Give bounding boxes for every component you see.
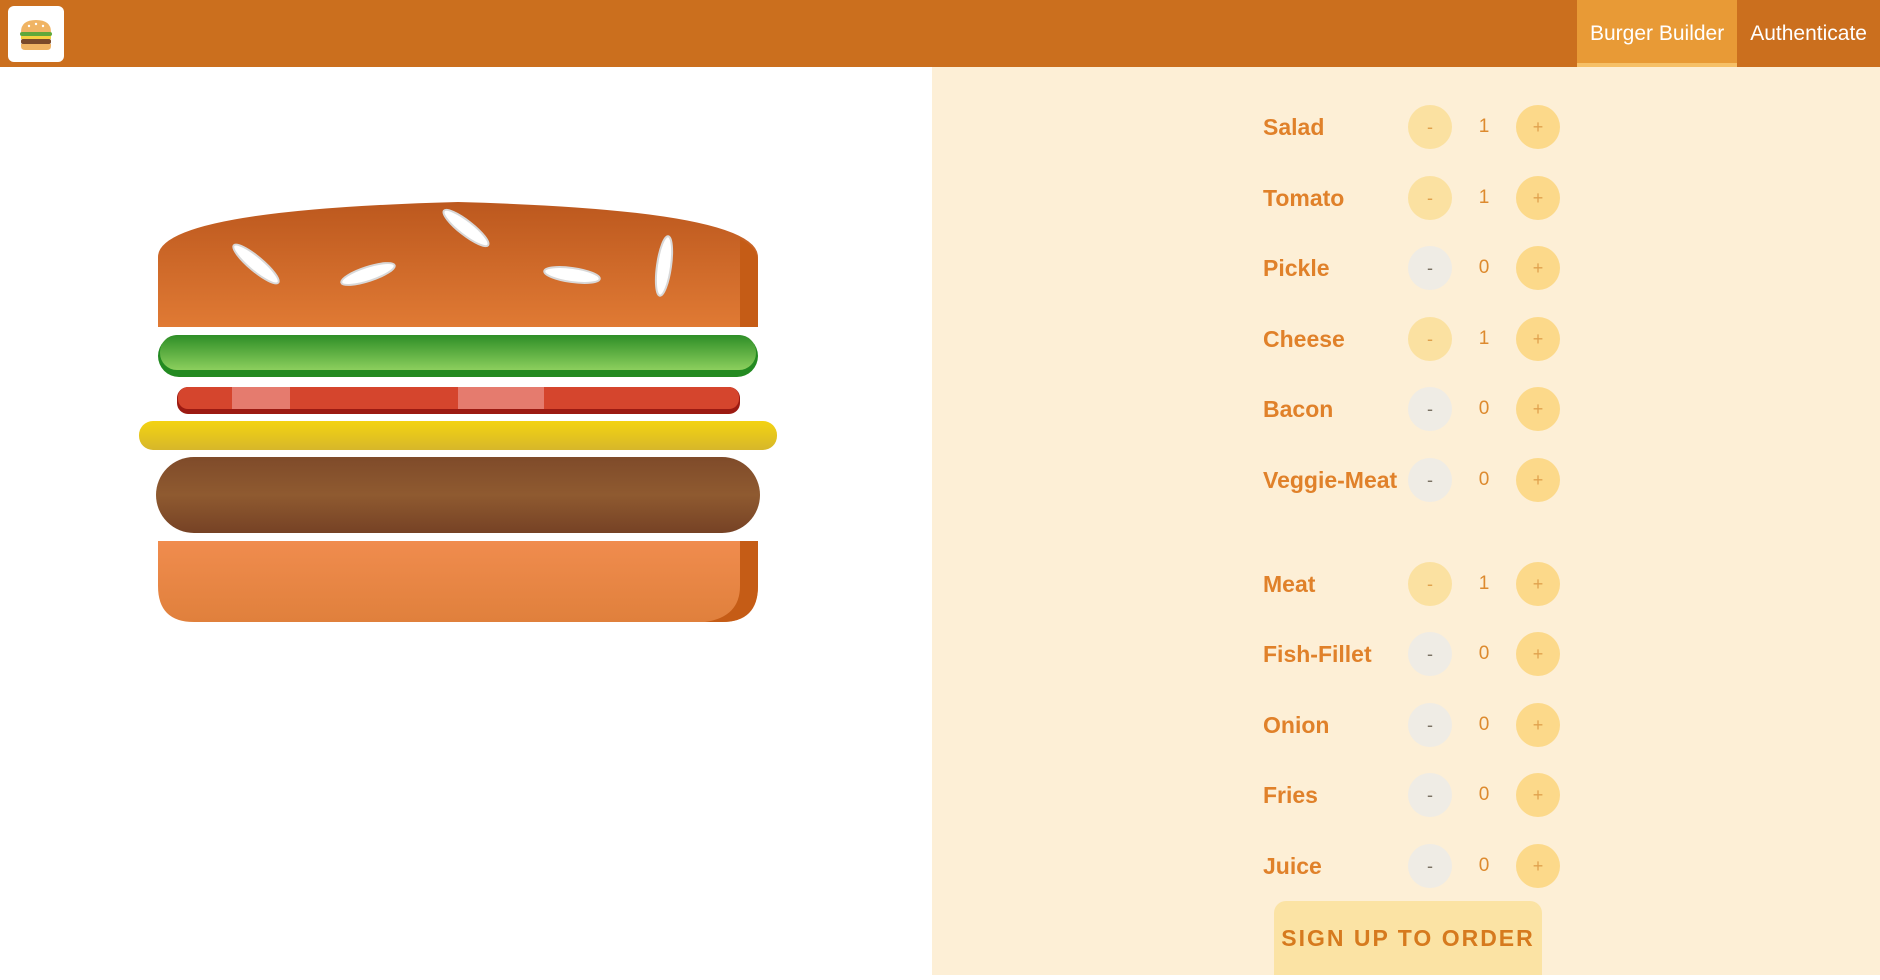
less-button-fish-fillet[interactable]: - <box>1408 632 1452 676</box>
more-button-meat[interactable]: + <box>1516 562 1560 606</box>
control-row-pickle: Pickle - 0 + <box>1263 246 1593 290</box>
quantity-tomato: 1 <box>1478 187 1490 208</box>
nav-authenticate[interactable]: Authenticate <box>1737 0 1880 67</box>
quantity-meat: 1 <box>1478 573 1490 594</box>
ingredient-label: Veggie-Meat <box>1263 467 1398 493</box>
quantity-onion: 0 <box>1478 714 1490 735</box>
more-button-salad[interactable]: + <box>1516 105 1560 149</box>
more-button-juice[interactable]: + <box>1516 844 1560 888</box>
sign-up-to-order-button[interactable]: SIGN UP TO ORDER <box>1274 901 1542 975</box>
tomato-layer <box>177 387 740 414</box>
control-row-fries: Fries - 0 + <box>1263 773 1593 817</box>
burger-preview <box>0 67 932 975</box>
control-row-cheese: Cheese - 1 + <box>1263 317 1593 361</box>
main-nav: Burger Builder Authenticate <box>1577 0 1880 67</box>
quantity-juice: 0 <box>1478 855 1490 876</box>
salad-layer <box>158 335 758 377</box>
quantity-salad: 1 <box>1478 116 1490 137</box>
less-button-cheese[interactable]: - <box>1408 317 1452 361</box>
ingredient-label: Meat <box>1263 571 1316 597</box>
more-button-fish-fillet[interactable]: + <box>1516 632 1560 676</box>
control-row-onion: Onion - 0 + <box>1263 703 1593 747</box>
less-button-juice[interactable]: - <box>1408 844 1452 888</box>
control-row-bacon: Bacon - 0 + <box>1263 387 1593 431</box>
ingredient-label: Fish-Fillet <box>1263 641 1372 667</box>
control-row-fish-fillet: Fish-Fillet - 0 + <box>1263 632 1593 676</box>
more-button-tomato[interactable]: + <box>1516 176 1560 220</box>
control-row-tomato: Tomato - 1 + <box>1263 176 1593 220</box>
less-button-fries[interactable]: - <box>1408 773 1452 817</box>
ingredient-label: Salad <box>1263 114 1325 140</box>
less-button-salad[interactable]: - <box>1408 105 1452 149</box>
ingredient-label: Bacon <box>1263 396 1334 422</box>
build-controls: Salad - 1 + Tomato - 1 + Pickle - 0 + Ch… <box>932 67 1880 975</box>
nav-burger-builder[interactable]: Burger Builder <box>1577 0 1738 67</box>
less-button-pickle[interactable]: - <box>1408 246 1452 290</box>
more-button-cheese[interactable]: + <box>1516 317 1560 361</box>
quantity-fries: 0 <box>1478 784 1490 805</box>
bread-top <box>158 202 758 327</box>
meat-layer <box>156 457 760 533</box>
less-button-veggie-meat[interactable]: - <box>1408 458 1452 502</box>
quantity-bacon: 0 <box>1478 398 1490 419</box>
burger-logo-icon[interactable] <box>8 5 64 62</box>
cheese-layer <box>139 421 777 450</box>
quantity-fish-fillet: 0 <box>1478 643 1490 664</box>
more-button-fries[interactable]: + <box>1516 773 1560 817</box>
more-button-veggie-meat[interactable]: + <box>1516 458 1560 502</box>
ingredient-label: Onion <box>1263 712 1330 738</box>
less-button-meat[interactable]: - <box>1408 562 1452 606</box>
more-button-bacon[interactable]: + <box>1516 387 1560 431</box>
toolbar: Burger Builder Authenticate <box>0 0 1880 67</box>
quantity-pickle: 0 <box>1478 257 1490 278</box>
ingredient-label: Cheese <box>1263 326 1345 352</box>
less-button-bacon[interactable]: - <box>1408 387 1452 431</box>
more-button-pickle[interactable]: + <box>1516 246 1560 290</box>
ingredient-label: Fries <box>1263 782 1318 808</box>
ingredient-label: Pickle <box>1263 255 1330 281</box>
quantity-cheese: 1 <box>1478 328 1490 349</box>
less-button-tomato[interactable]: - <box>1408 176 1452 220</box>
more-button-onion[interactable]: + <box>1516 703 1560 747</box>
control-row-meat: Meat - 1 + <box>1263 562 1593 606</box>
control-row-salad: Salad - 1 + <box>1263 105 1593 149</box>
less-button-onion[interactable]: - <box>1408 703 1452 747</box>
control-row-veggie-meat: Veggie-Meat - 0 + <box>1263 458 1593 502</box>
burger-illustration <box>139 202 777 622</box>
ingredient-label: Juice <box>1263 853 1322 879</box>
control-row-juice: Juice - 0 + <box>1263 844 1593 888</box>
ingredient-label: Tomato <box>1263 185 1345 211</box>
quantity-veggie-meat: 0 <box>1478 469 1490 490</box>
bread-bottom <box>158 541 758 622</box>
